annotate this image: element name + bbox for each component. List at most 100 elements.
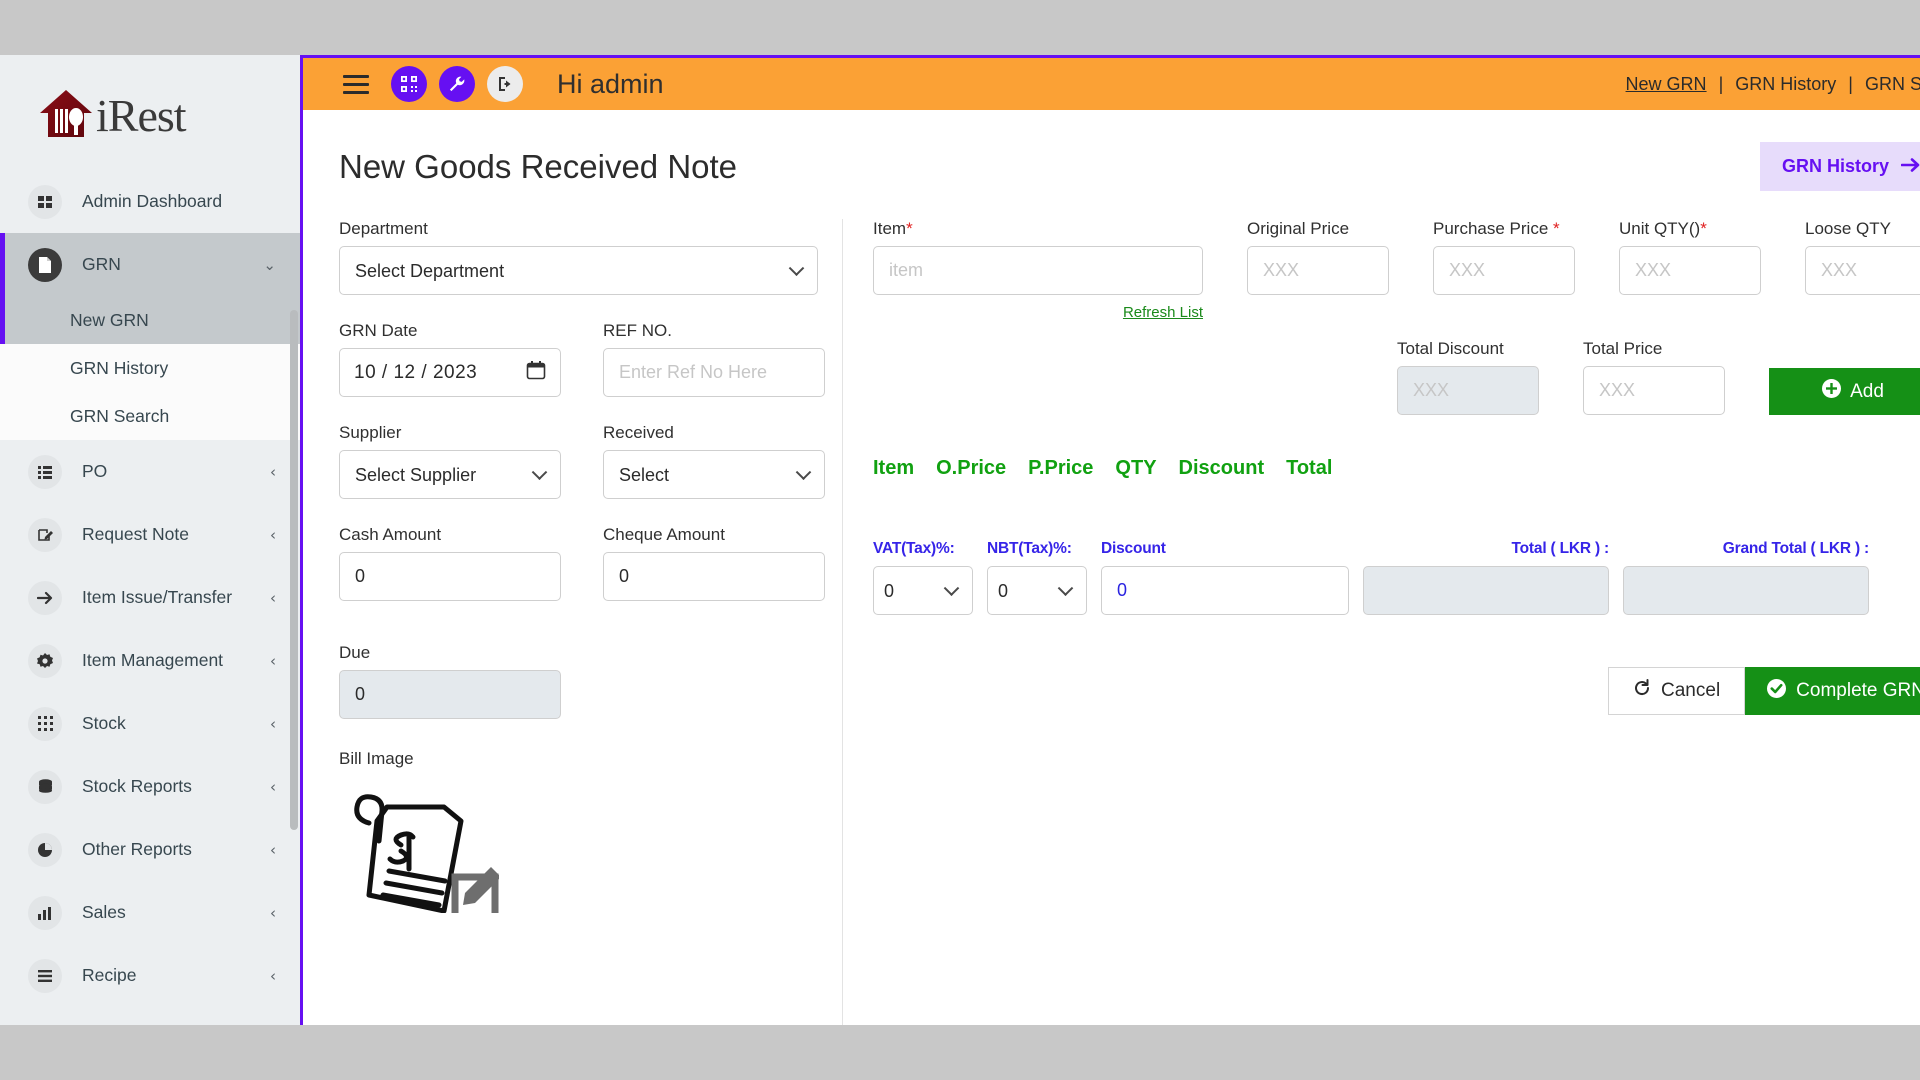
cancel-button[interactable]: Cancel: [1608, 667, 1746, 715]
page-header: New Goods Received Note GRN History: [303, 110, 1920, 191]
total-price-input[interactable]: [1583, 366, 1725, 415]
sidebar-item-stock-reports[interactable]: Stock Reports ‹: [0, 755, 300, 818]
due-label: Due: [339, 643, 371, 662]
nav-separator: |: [1718, 73, 1724, 94]
sidebar-item-new-grn[interactable]: New GRN: [0, 296, 300, 344]
grn-history-button[interactable]: GRN History: [1759, 142, 1920, 191]
grn-date-label: GRN Date: [339, 321, 418, 340]
logout-icon[interactable]: [487, 66, 523, 102]
table-header-discount: Discount: [1178, 457, 1265, 479]
sidebar-item-admin-dashboard[interactable]: Admin Dashboard: [0, 170, 300, 233]
brand-logo[interactable]: iRest: [0, 55, 300, 170]
refresh-list-link[interactable]: Refresh List: [873, 304, 1203, 321]
purchase-price-field: Purchase Price *: [1433, 219, 1575, 295]
supplier-select[interactable]: Select Supplier: [339, 450, 561, 499]
add-button-label: Add: [1850, 380, 1884, 402]
bill-image-label: Bill Image: [339, 749, 414, 768]
total-lkr-input: [1363, 566, 1609, 615]
supplier-received-row: Supplier Select Supplier Received Select: [339, 423, 825, 499]
grn-date-value: 10 / 12 / 2023: [354, 361, 478, 383]
unit-qty-input[interactable]: [1619, 246, 1761, 295]
chevron-left-icon: ‹: [270, 966, 276, 985]
received-label: Received: [603, 423, 674, 442]
loose-qty-field: Loose QTY: [1805, 219, 1920, 295]
sidebar-item-grn[interactable]: GRN ⌄: [0, 233, 300, 296]
nav-separator: |: [1848, 73, 1853, 94]
received-select[interactable]: Select: [603, 450, 825, 499]
purchase-price-input[interactable]: [1433, 246, 1575, 295]
sidebar-item-grn-history[interactable]: GRN History: [0, 344, 300, 392]
sidebar-item-item-management[interactable]: Item Management ‹: [0, 629, 300, 692]
unit-qty-label: Unit QTY()*: [1619, 219, 1761, 239]
chevron-down-icon: ⌄: [263, 255, 276, 274]
sidebar: iRest Admin Dashboard GRN ⌄ New GRN GRN …: [0, 55, 300, 1025]
table-header-oprice: O.Price: [936, 457, 1007, 479]
unit-qty-label-text: Unit QTY(): [1619, 219, 1701, 238]
vat-select[interactable]: 0: [873, 566, 973, 615]
sidebar-item-label: Other Reports: [82, 839, 192, 859]
vat-label: VAT(Tax)%:: [873, 540, 955, 557]
original-price-input[interactable]: [1247, 246, 1389, 295]
sidebar-item-recipe[interactable]: Recipe ‹: [0, 944, 300, 1007]
item-field: Item* Refresh List: [873, 219, 1203, 321]
sidebar-item-stock[interactable]: Stock ‹: [0, 692, 300, 755]
qr-code-icon[interactable]: [391, 66, 427, 102]
chevron-left-icon: ‹: [270, 462, 276, 481]
wrench-icon[interactable]: [439, 66, 475, 102]
discount-input[interactable]: [1101, 566, 1349, 615]
loose-qty-input[interactable]: [1805, 246, 1920, 295]
top-bar: Hi admin New GRN | GRN History | GRN Sea…: [303, 55, 1920, 110]
sidebar-item-item-issue-transfer[interactable]: Item Issue/Transfer ‹: [0, 566, 300, 629]
add-button[interactable]: Add: [1769, 368, 1920, 415]
sidebar-item-request-note[interactable]: Request Note ‹: [0, 503, 300, 566]
cash-amount-input[interactable]: [339, 552, 561, 601]
sidebar-item-label: Request Note: [82, 524, 190, 544]
sidebar-item-sales[interactable]: Sales ‹: [0, 881, 300, 944]
unit-qty-field: Unit QTY()*: [1619, 219, 1761, 295]
calendar-icon[interactable]: [526, 360, 546, 385]
sidebar-subitem-label: New GRN: [70, 309, 149, 330]
cash-amount-label: Cash Amount: [339, 525, 442, 544]
nbt-select[interactable]: 0: [987, 566, 1087, 615]
top-nav-links: New GRN | GRN History | GRN Search: [1626, 74, 1920, 95]
cancel-button-label: Cancel: [1661, 680, 1721, 701]
cash-amount-field: Cash Amount: [339, 525, 561, 601]
department-select[interactable]: Select Department: [339, 246, 818, 295]
sidebar-subitem-label: GRN History: [70, 357, 169, 378]
cheque-amount-input[interactable]: [603, 552, 825, 601]
top-link-grn-history[interactable]: GRN History: [1735, 74, 1836, 95]
sidebar-item-po[interactable]: PO ‹: [0, 440, 300, 503]
department-field: Department Select Department: [339, 219, 818, 295]
plus-circle-icon: [1822, 379, 1842, 404]
due-field: Due: [339, 643, 818, 719]
sidebar-item-other-reports[interactable]: Other Reports ‹: [0, 818, 300, 881]
department-label: Department: [339, 219, 428, 238]
top-link-grn-search[interactable]: GRN Search: [1865, 74, 1920, 95]
tax-totals-row: VAT(Tax)%: 0 NBT(Tax)%: 0 Discount 0 Tot…: [873, 540, 1920, 615]
form-columns: Department Select Department GRN Date 10…: [303, 219, 1920, 1025]
bill-image-upload[interactable]: [339, 785, 519, 921]
supplier-label: Supplier: [339, 423, 402, 442]
grand-total-lkr-label: Grand Total ( LKR ) :: [1722, 540, 1869, 557]
brand-name: iRest: [96, 89, 187, 141]
items-table-header: Item O.Price P.Price QTY Discount Total: [873, 457, 1920, 480]
page-content: New Goods Received Note GRN History Depa…: [303, 110, 1920, 1025]
discount-label: Discount: [1101, 540, 1166, 557]
ref-no-input[interactable]: [603, 348, 825, 397]
original-price-label: Original Price: [1247, 219, 1350, 238]
hamburger-icon[interactable]: [343, 74, 369, 94]
item-input[interactable]: [873, 246, 1203, 295]
grn-submenu: New GRN GRN History GRN Search: [0, 296, 300, 440]
sidebar-scrollbar[interactable]: [290, 310, 298, 830]
required-asterisk: *: [1700, 219, 1707, 238]
sidebar-item-grn-search[interactable]: GRN Search: [0, 392, 300, 440]
chevron-left-icon: ‹: [270, 651, 276, 670]
arrow-right-icon: [1900, 156, 1920, 177]
grn-date-input[interactable]: 10 / 12 / 2023: [339, 348, 561, 397]
date-ref-row: GRN Date 10 / 12 / 2023 REF NO.: [339, 321, 825, 397]
grn-history-button-label: GRN History: [1781, 156, 1889, 176]
edit-note-icon: [28, 517, 62, 552]
complete-grn-button[interactable]: Complete GRN: [1745, 667, 1920, 715]
top-link-new-grn[interactable]: New GRN: [1626, 74, 1707, 95]
total-discount-field: Total Discount: [1397, 339, 1539, 415]
